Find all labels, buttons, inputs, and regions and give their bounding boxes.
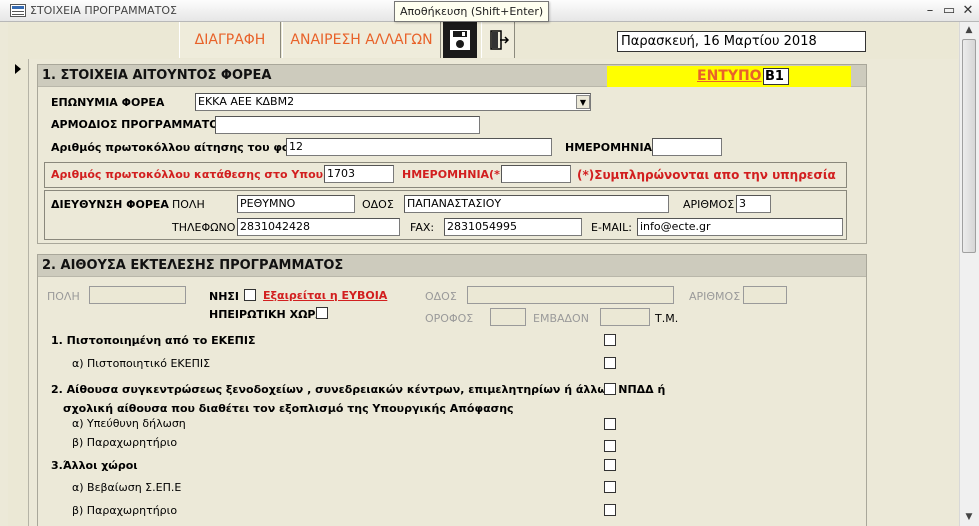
imerominia2-label: ΗΜΕΡΟΜΗΝΙΑ(*) [402, 168, 505, 181]
scroll-down-icon[interactable]: ▼ [959, 509, 979, 526]
poli-input[interactable]: ΡΕΘΥΜΝΟ [237, 195, 355, 213]
protokollo-ypourgeio-label: Αριθμός πρωτοκόλλου κατάθεσης στο Υπουργ… [51, 168, 357, 181]
item2a-checkbox[interactable] [604, 418, 616, 430]
orofos-label: ΟΡΟΦΟΣ [425, 312, 474, 325]
scroll-thumb[interactable] [962, 39, 976, 253]
form-type-value: Β1 [763, 68, 789, 85]
eponymia-combo[interactable]: ΕΚΚΑ ΑΕΕ ΚΔΒΜ2 [195, 93, 591, 111]
item3b-label: β) Παραχωρητήριο [72, 504, 178, 517]
arithmos-label: ΑΡΙΘΜΟΣ [683, 198, 735, 211]
delete-button[interactable]: ΔΙΑΓΡΑΦΗ [179, 22, 281, 58]
service-note: (*)Συμπληρώνονται απο την υπηρεσία [577, 168, 836, 182]
save-tooltip: Αποθήκευση (Shift+Enter) [394, 1, 550, 22]
scroll-up-icon[interactable]: ▲ [959, 22, 979, 39]
nisi-checkbox[interactable] [244, 289, 256, 301]
fax-input[interactable]: 2831054995 [444, 218, 582, 236]
imerominia2-input[interactable] [501, 165, 571, 183]
item1a-label: α) Πιστοποιητικό ΕΚΕΠΙΣ [72, 357, 211, 370]
protokollo-aitisis-input[interactable]: 12 [286, 138, 552, 156]
venue-poli-input[interactable] [89, 286, 186, 304]
undo-changes-button[interactable]: ΑΝΑΙΡΕΣΗ ΑΛΛΑΓΩΝ [282, 22, 441, 58]
item1-label: 1. Πιστοποιημένη από το ΕΚΕΠΙΣ [51, 334, 256, 347]
eponymia-label: ΕΠΩΝΥΜΙΑ ΦΟΡΕΑ [51, 96, 165, 109]
email-input[interactable]: info@ecte.gr [637, 218, 843, 236]
item2a-label: α) Υπεύθυνη δήλωση [72, 417, 186, 430]
item2b-checkbox[interactable] [604, 440, 616, 452]
odos-input[interactable]: ΠΑΠΑΝΑΣΤΑΣΙΟΥ [404, 195, 669, 213]
chevron-down-icon[interactable]: ▼ [576, 95, 590, 109]
tilefono-input[interactable]: 2831042428 [237, 218, 400, 236]
item3a-checkbox[interactable] [604, 481, 616, 493]
item3b-checkbox[interactable] [604, 504, 616, 516]
item2-checkbox[interactable] [604, 383, 616, 395]
tilefono-label: ΤΗΛΕΦΩΝΟ [172, 221, 236, 234]
record-selector[interactable] [8, 59, 29, 526]
venue-odos-label: ΟΔΟΣ [425, 290, 457, 303]
save-button[interactable] [443, 22, 477, 58]
current-date: Παρασκευή, 16 Μαρτίου 2018 [617, 31, 866, 52]
minimize-button[interactable]: – [922, 3, 938, 19]
item2-label-line2: σχολική αίθουσα που διαθέτει τον εξοπλισ… [63, 402, 514, 415]
emvadon-input[interactable] [600, 308, 650, 326]
email-label: E-MAIL: [591, 221, 633, 234]
tm-label: Τ.Μ. [655, 312, 679, 325]
emvadon-label: ΕΜΒΑΔΟΝ [533, 312, 589, 325]
item3-label: 3.Άλλοι χώροι [51, 459, 138, 472]
armodios-label: ΑΡΜΟΔΙΟΣ ΠΡΟΓΡΑΜΜΑΤΟΣ [51, 118, 227, 131]
nisi-label: ΝΗΣΙ [209, 290, 240, 303]
protokollo-aitisis-label: Αριθμός πρωτοκόλλου αίτησης του φορέα [51, 141, 312, 154]
imerominia-label: ΗΜΕΡΟΜΗΝΙΑ [565, 141, 653, 154]
venue-arithmos-label: ΑΡΙΘΜΟΣ [689, 290, 741, 303]
item2-label-line1: 2. Αίθουσα συγκεντρώσεως ξενοδοχείων , σ… [51, 383, 666, 396]
item3a-label: α) Βεβαίωση Σ.ΕΠ.Ε [72, 481, 182, 494]
section2-title: 2. ΑΙΘΟΥΣΑ ΕΚΤΕΛΕΣΗΣ ΠΡΟΓΡΑΜΜΑΤΟΣ [38, 255, 866, 277]
exit-door-icon [490, 30, 510, 50]
window-title: ΣΤΟΙΧΕΙΑ ΠΡΟΓΡΑΜΜΑΤΟΣ [30, 4, 178, 17]
exit-button[interactable] [481, 22, 515, 58]
protokollo-ypourgeio-input[interactable]: 1703 [324, 165, 394, 183]
close-button[interactable]: ✕ [960, 3, 976, 19]
venue-odos-input[interactable] [467, 286, 674, 304]
address-label: ΔΙΕΥΘΥΝΣΗ ΦΟΡΕΑ [51, 198, 169, 211]
form-icon [10, 4, 26, 17]
restore-button[interactable]: ▭ [941, 3, 957, 19]
eponymia-value: ΕΚΚΑ ΑΕΕ ΚΔΒΜ2 [198, 95, 295, 108]
ipeirotiki-label: ΗΠΕΙΡΩΤΙΚΗ ΧΩΡΑ [209, 308, 324, 321]
floppy-disk-icon [450, 30, 470, 50]
imerominia-input[interactable] [652, 138, 722, 156]
arithmos-input[interactable]: 3 [736, 195, 771, 213]
fax-label: FAX: [410, 221, 435, 234]
venue-poli-label: ΠΟΛΗ [47, 290, 80, 303]
venue-arithmos-input[interactable] [743, 286, 787, 304]
orofos-input[interactable] [490, 308, 526, 326]
item2b-label: β) Παραχωρητήριο [72, 436, 178, 449]
armodios-input[interactable] [215, 116, 480, 134]
item3-checkbox[interactable] [604, 459, 616, 471]
item1-checkbox[interactable] [604, 334, 616, 346]
ipeirotiki-checkbox[interactable] [316, 307, 328, 319]
odos-label: ΟΔΟΣ [362, 198, 394, 211]
form-type-label: ΕΝΤΥΠΟ [697, 68, 762, 84]
item1a-checkbox[interactable] [604, 357, 616, 369]
current-record-arrow-icon [15, 64, 21, 74]
evoia-note: Εξαιρείται η ΕΥΒΟΙΑ [263, 289, 388, 302]
poli-label: ΠΟΛΗ [172, 198, 205, 211]
